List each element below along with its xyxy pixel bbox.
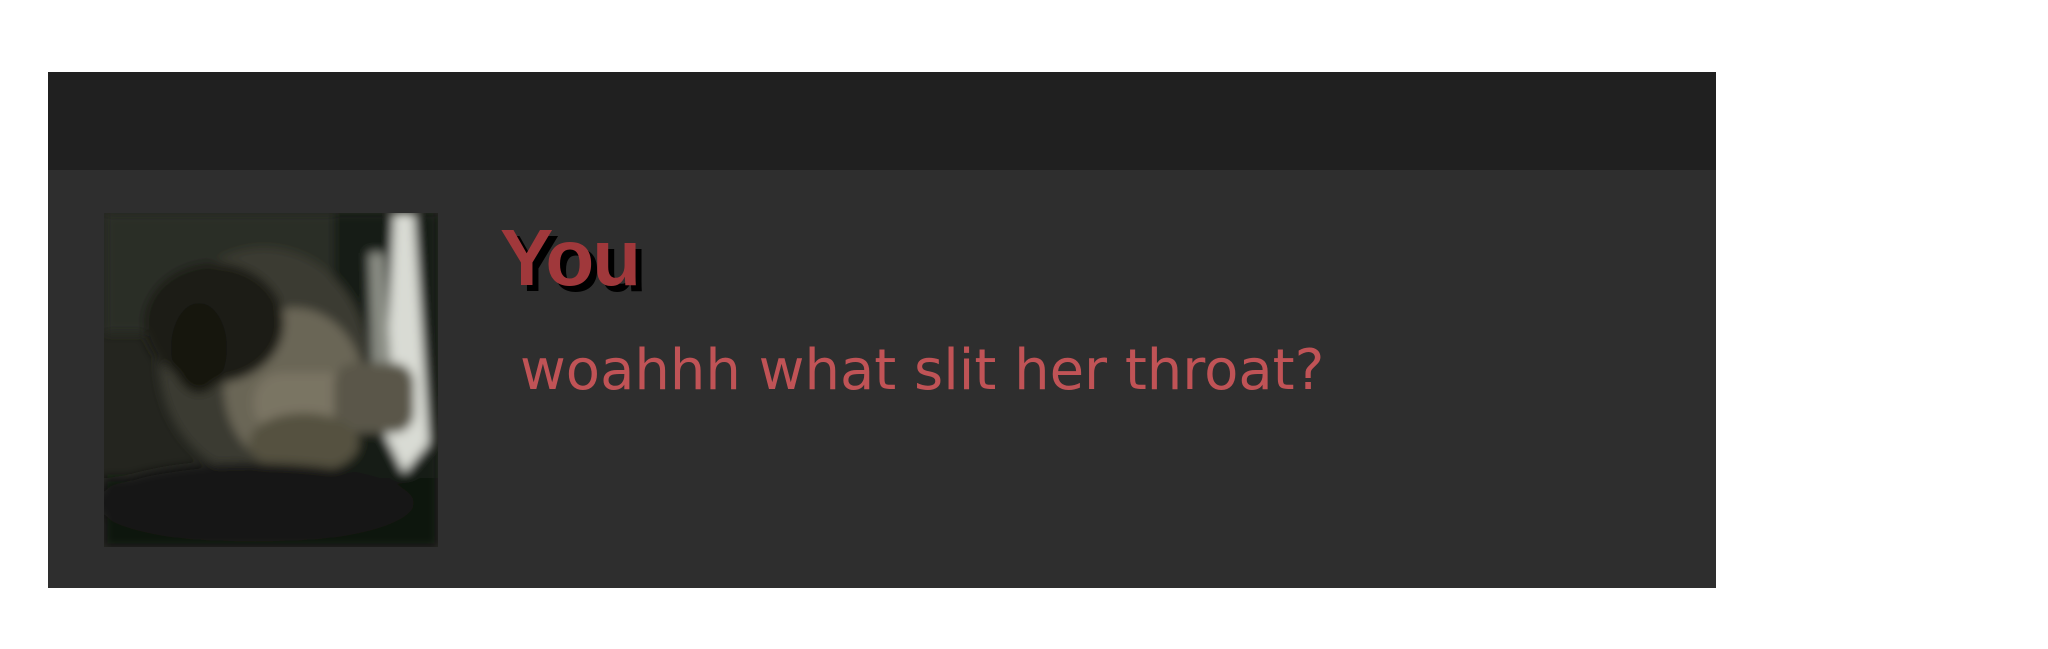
chat-message-card: You woahhh what slit her throat? <box>48 72 1716 588</box>
card-header-bar <box>48 72 1716 170</box>
avatar-photo-icon <box>104 213 438 547</box>
avatar[interactable] <box>104 213 438 547</box>
author-name[interactable]: You <box>500 218 641 298</box>
message-text: woahhh what slit her throat? <box>520 338 1325 403</box>
